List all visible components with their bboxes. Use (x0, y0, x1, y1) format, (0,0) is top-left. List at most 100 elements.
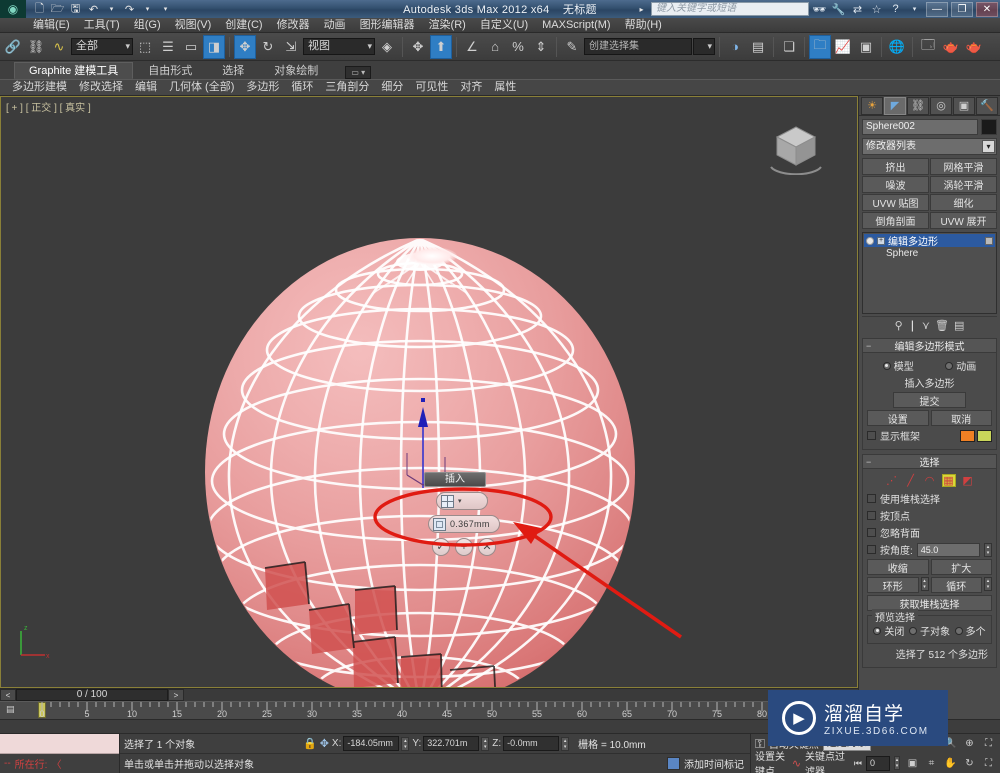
curve-editor-icon[interactable]: 🗀 (809, 35, 831, 59)
ribbon-subtab-subdivision[interactable]: 细分 (375, 80, 409, 95)
use-stack-selection-row[interactable]: 使用堆栈选择 (867, 491, 992, 506)
exchange-icon[interactable]: ⇄ (849, 2, 866, 17)
by-angle-checkbox[interactable] (867, 545, 876, 554)
vertex-icon[interactable]: ⋰ (885, 474, 899, 487)
lightbulb-icon[interactable] (866, 237, 874, 245)
key-filter-icon[interactable]: ∿ (792, 757, 801, 770)
ribbon-subtab-triangulation[interactable]: 三角剖分 (319, 80, 375, 95)
object-color-swatch[interactable] (981, 119, 997, 135)
ribbon-subtab-polygon-modeling[interactable]: 多边形建模 (6, 80, 73, 95)
hierarchy-tab[interactable]: ⛓ (907, 97, 929, 115)
modifier-button-noise[interactable]: 噪波 (862, 176, 929, 193)
collapse-icon[interactable]: − (866, 457, 871, 467)
motion-tab[interactable]: ◎ (930, 97, 952, 115)
menu-item-edit[interactable]: 编辑(E) (26, 18, 77, 33)
show-end-result-icon[interactable]: ❘ (908, 319, 917, 332)
menu-item-help[interactable]: 帮助(H) (618, 18, 669, 33)
help-dropdown-icon[interactable]: ▾ (906, 2, 923, 17)
align-objects-icon[interactable]: ▤ (747, 35, 769, 59)
ribbon-subtab-visibility[interactable]: 可见性 (409, 80, 454, 95)
unlink-icon[interactable]: ⛓ (25, 35, 47, 59)
menu-item-views[interactable]: 视图(V) (168, 18, 219, 33)
ribbon-subtab-properties[interactable]: 属性 (488, 80, 522, 95)
show-cage-checkbox[interactable] (867, 431, 876, 440)
ribbon-subtab-align[interactable]: 对齐 (454, 80, 488, 95)
by-angle-row[interactable]: 按角度: 45.0 ▴▾ (867, 542, 992, 557)
cancel-button[interactable]: 取消 (931, 410, 993, 426)
use-stack-selection-checkbox[interactable] (867, 494, 876, 503)
prev-frame-button[interactable]: < (0, 689, 16, 701)
select-link-icon[interactable]: 🔗 (2, 35, 24, 59)
make-unique-icon[interactable]: ⋎ (922, 319, 930, 332)
display-tab[interactable]: ▣ (953, 97, 975, 115)
zoom-extents-icon[interactable]: ⛶ (980, 736, 997, 752)
ribbon-subtab-loops[interactable]: 循环 (285, 80, 319, 95)
star-icon[interactable]: ☆ (868, 2, 885, 17)
modifier-list-dropdown[interactable]: 修改器列表 ▾ (862, 138, 997, 155)
cage-color-swatch-1[interactable] (960, 430, 975, 442)
settings-button[interactable]: 设置 (867, 410, 929, 426)
grow-button[interactable]: 扩大 (931, 559, 993, 575)
lock-selection-icon[interactable]: 🔒 (303, 737, 317, 750)
collapse-icon[interactable]: − (866, 341, 871, 351)
maximize-viewport-icon[interactable]: ⛶ (980, 755, 997, 771)
orbit-icon[interactable]: ↻ (961, 755, 978, 771)
spinner-snap-icon[interactable]: ⇕ (530, 35, 552, 59)
modifier-button-tessellate[interactable]: 细化 (930, 194, 997, 211)
render-iterative-icon[interactable]: 🫖 (963, 35, 985, 59)
modifier-button-extrude[interactable]: 挤出 (862, 158, 929, 175)
menu-item-graph-editors[interactable]: 图形编辑器 (353, 18, 422, 33)
modifier-button-bevel-profile[interactable]: 倒角剖面 (862, 212, 929, 229)
border-icon[interactable]: ◠ (923, 474, 937, 487)
radio-preview-multi[interactable]: 多个 (955, 623, 986, 638)
coord-x-spinner[interactable]: ▴▾ (401, 737, 409, 751)
chevron-down-icon[interactable]: ▾ (982, 140, 995, 153)
by-angle-value[interactable]: 45.0 (917, 543, 980, 557)
time-slider[interactable]: 0 / 100 (16, 689, 168, 701)
pin-stack-icon[interactable]: ⚲ (895, 319, 903, 332)
add-time-tag-icon[interactable] (667, 757, 680, 770)
rollout-header-edit-poly-mode[interactable]: − 编辑多边形模式 (863, 339, 996, 353)
viewport-perspective[interactable]: [ + ] [ 正交 ] [ 真实 ] (0, 96, 858, 688)
modifier-button-turbosmooth[interactable]: 涡轮平滑 (930, 176, 997, 193)
field-of-view-icon[interactable]: ⌗ (923, 755, 940, 771)
menu-item-rendering[interactable]: 渲染(R) (422, 18, 473, 33)
select-rotate-icon[interactable]: ↻ (257, 35, 279, 59)
loop-button[interactable]: 循环 (931, 577, 983, 593)
mirror-icon[interactable]: ✥ (407, 35, 429, 59)
layer-manager-icon[interactable]: ❏ (778, 35, 800, 59)
modifier-button-unwrap-uvw[interactable]: UVW 展开 (930, 212, 997, 229)
modify-tab[interactable]: ◤ (884, 97, 906, 115)
menu-item-tools[interactable]: 工具(T) (77, 18, 127, 33)
select-scale-icon[interactable]: ⇲ (280, 35, 302, 59)
ring-spinner[interactable]: ▴▾ (921, 577, 929, 591)
modifier-stack-item-edit-poly[interactable]: + 编辑多边形 (864, 234, 995, 247)
coord-y-spinner[interactable]: ▴▾ (481, 737, 489, 751)
ring-button[interactable]: 环形 (867, 577, 919, 593)
current-frame-spinner[interactable]: ▴▾ (894, 756, 900, 770)
ribbon-tab-object-paint[interactable]: 对象绘制 (259, 62, 333, 79)
object-name-input[interactable]: Sphere002 (862, 119, 978, 135)
selection-filter-dropdown[interactable]: 全部 (71, 38, 133, 55)
shrink-button[interactable]: 收缩 (867, 559, 929, 575)
use-pivot-center-icon[interactable]: ◈ (376, 35, 398, 59)
named-selection-set-input[interactable]: 创建选择集 (584, 38, 692, 55)
radio-animate[interactable]: 动画 (945, 358, 976, 373)
infocenter-expand-icon[interactable]: ▸ (634, 2, 649, 17)
add-time-tag-label[interactable]: 添加时间标记 (684, 756, 744, 771)
coord-x-input[interactable]: -184.05mm (343, 736, 399, 751)
render-frame-window-icon[interactable]: 🗔 (917, 35, 939, 59)
create-tab[interactable]: ☀ (861, 97, 883, 115)
coord-z-input[interactable]: -0.0mm (503, 736, 559, 751)
polygon-icon[interactable]: ▦ (942, 474, 956, 487)
zoom-all-icon[interactable]: ⊕ (961, 736, 978, 752)
snap-toggle-icon[interactable]: ⌂ (484, 35, 506, 59)
mirror-objects-icon[interactable]: ◑ (724, 35, 746, 59)
listener-output-pane[interactable] (0, 734, 119, 754)
key-filters-button[interactable]: 关键点过滤器... (805, 748, 850, 773)
render-production-icon[interactable]: 🫖 (940, 35, 962, 59)
menu-item-modifiers[interactable]: 修改器 (270, 18, 317, 33)
wrench-icon[interactable]: 🔧 (830, 2, 847, 17)
configure-sets-icon[interactable]: ▤ (954, 319, 964, 332)
radio-model[interactable]: 模型 (883, 358, 914, 373)
